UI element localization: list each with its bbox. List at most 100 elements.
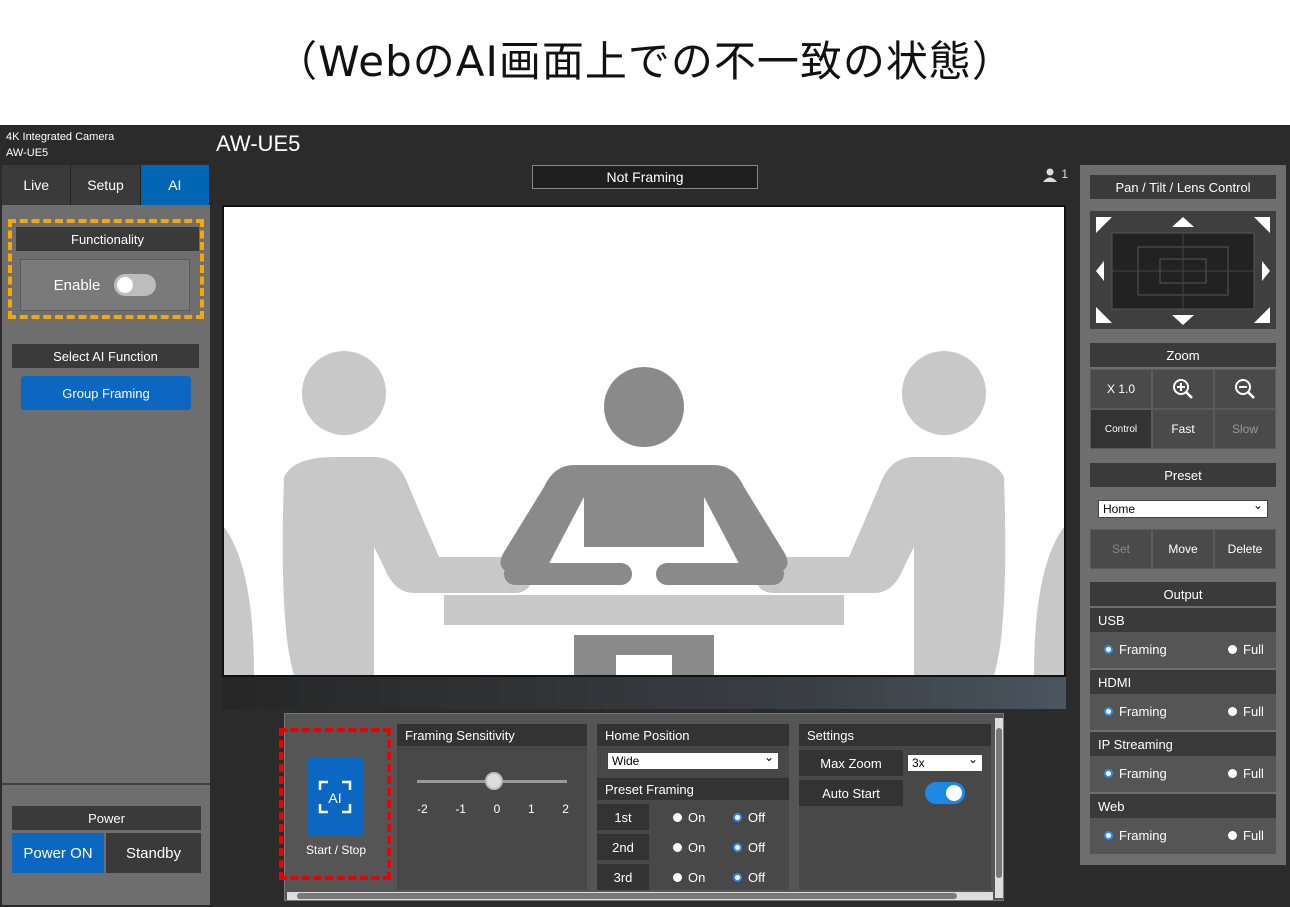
home-position-section: Home Position Wide Preset Framing 1st 2n… [597,724,789,890]
output-hdmi-row: Framing Full [1090,694,1276,730]
ip-framing-radio[interactable]: Framing [1104,766,1167,781]
radio-2nd-on[interactable]: On [673,840,705,855]
meeting-illustration [224,351,1064,675]
camera-web-app: 4K Integrated Camera AW-UE5 AW-UE5 Live … [0,125,1290,907]
usb-framing-radio[interactable]: Framing [1104,642,1167,657]
radio-label: Framing [1119,766,1167,781]
radio-dot [1228,645,1237,654]
horizontal-scrollbar[interactable] [287,892,993,900]
enable-label: Enable [53,276,101,294]
preset-move-button[interactable]: Move [1152,529,1214,569]
output-web-label: Web [1090,794,1276,818]
radio-3rd-off[interactable]: Off [733,870,765,885]
user-count-number: 1 [1061,167,1069,181]
user-icon [1043,168,1057,182]
radio-label: On [688,870,706,885]
preset-row-2nd: 2nd [597,834,649,860]
radio-dot [1104,707,1113,716]
radio-3rd-on[interactable]: On [673,870,705,885]
group-framing-button[interactable]: Group Framing [21,376,191,410]
settings-section: Settings Max Zoom 3x Auto Start [799,724,991,890]
pan-down-arrow [1172,315,1194,325]
tick: -2 [417,802,428,816]
output-hdmi-label: HDMI [1090,670,1276,694]
select-ai-title: Select AI Function [12,344,199,368]
ip-full-radio[interactable]: Full [1228,766,1264,781]
sensitivity-slider-handle[interactable] [485,772,503,790]
radio-label: Off [748,870,766,885]
radio-label: Full [1243,766,1264,781]
output-usb-row: Framing Full [1090,632,1276,668]
tick: 2 [562,802,569,816]
web-full-radio[interactable]: Full [1228,828,1264,843]
ptz-control-graphic [1096,217,1270,325]
radio-label: Full [1243,642,1264,657]
radio-label: On [688,840,706,855]
ptz-title: Pan / Tilt / Lens Control [1090,175,1276,199]
radio-dot [733,873,742,882]
tab-ai[interactable]: AI [140,165,210,205]
radio-label: Off [748,840,766,855]
radio-dot [1104,769,1113,778]
radio-dot [1104,831,1113,840]
framing-status: Not Framing [532,165,758,189]
enable-toggle[interactable] [114,274,157,296]
zoom-out-button[interactable] [1214,369,1276,409]
zoom-slow-button[interactable]: Slow [1214,409,1276,449]
ai-icon-text: AI [328,790,341,806]
home-position-select[interactable]: Wide [607,750,779,770]
preset-delete-button[interactable]: Delete [1214,529,1276,569]
radio-dot [673,843,682,852]
hdmi-full-radio[interactable]: Full [1228,704,1264,719]
radio-label: On [688,810,706,825]
output-usb-label: USB [1090,608,1276,632]
page-caption: （WebのAI画面上での不一致の状態） [275,37,1015,86]
preset-set-button[interactable]: Set [1090,529,1152,569]
model-line-1: 4K Integrated Camera [6,131,115,143]
framing-sensitivity-section: Framing Sensitivity -2 -1 0 1 2 [397,724,587,890]
auto-start-toggle[interactable] [925,782,965,804]
settings-title: Settings [799,724,991,746]
output-web-row: Framing Full [1090,818,1276,854]
power-on-button[interactable]: Power ON [12,833,104,873]
preset-title: Preset [1090,463,1276,487]
radio-dot [673,813,682,822]
ai-start-stop-button[interactable]: AI [307,758,363,836]
radio-label: Framing [1119,828,1167,843]
radio-2nd-off[interactable]: Off [733,840,765,855]
radio-label: Framing [1119,642,1167,657]
max-zoom-select[interactable]: 3x [907,752,983,772]
framing-sensitivity-title: Framing Sensitivity [397,724,587,746]
ptz-pad[interactable] [1090,211,1276,329]
radio-1st-on[interactable]: On [673,810,705,825]
preset-select[interactable]: Home [1098,498,1268,518]
zoom-in-button[interactable] [1152,369,1214,409]
usb-full-radio[interactable]: Full [1228,642,1264,657]
preset-row-3rd: 3rd [597,864,649,890]
standby-button[interactable]: Standby [106,833,201,873]
ai-control-panel: Framing Sensitivity -2 -1 0 1 2 Home Pos… [284,713,1004,901]
tick: 1 [527,802,535,816]
pan-right-arrow [1262,261,1270,281]
zoom-title: Zoom [1090,343,1276,367]
pan-up-arrow [1172,217,1194,227]
tab-live[interactable]: Live [2,165,72,205]
radio-label: Full [1243,828,1264,843]
zoom-control-label: Control [1090,409,1152,449]
tab-setup[interactable]: Setup [71,165,141,205]
enable-card: Enable [20,259,190,311]
user-count: 1 [1042,167,1068,182]
radio-dot [1228,707,1237,716]
zoom-fast-button[interactable]: Fast [1152,409,1214,449]
web-framing-radio[interactable]: Framing [1104,828,1167,843]
hdmi-framing-radio[interactable]: Framing [1104,704,1167,719]
zoom-out-icon [1235,379,1255,399]
pan-left-arrow [1096,261,1104,281]
output-title: Output [1090,582,1276,606]
tick: 0 [493,802,501,816]
vertical-scrollbar[interactable] [995,718,1003,898]
auto-start-label: Auto Start [799,780,903,806]
radio-1st-off[interactable]: Off [733,810,765,825]
zoom-in-icon [1173,379,1193,399]
radio-dot [1104,645,1113,654]
